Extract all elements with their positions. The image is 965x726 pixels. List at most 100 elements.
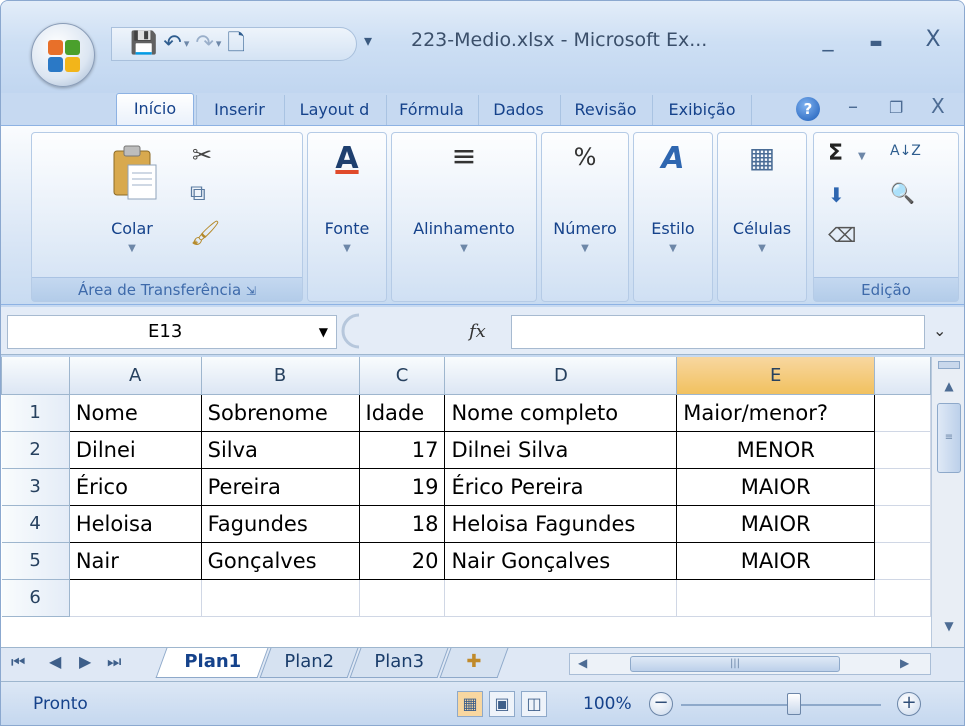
zoom-out-icon[interactable]: − xyxy=(649,692,673,716)
scroll-up-icon[interactable]: ▲ xyxy=(932,379,964,393)
cell[interactable] xyxy=(676,578,876,617)
cell[interactable]: Nome completo xyxy=(444,393,678,432)
copy-icon[interactable]: ⧉ xyxy=(190,181,206,206)
first-sheet-icon[interactable]: ⏮ xyxy=(11,652,25,672)
scroll-down-icon[interactable]: ▼ xyxy=(932,619,964,633)
sheet-tab-plan1[interactable]: Plan1 xyxy=(155,648,269,678)
cell[interactable] xyxy=(874,578,931,617)
row-header[interactable]: 1 xyxy=(1,393,70,432)
cell[interactable]: Nome xyxy=(68,393,202,432)
cell[interactable] xyxy=(358,578,446,617)
cell[interactable]: MAIOR xyxy=(676,541,876,580)
column-header-c[interactable]: C xyxy=(358,357,446,395)
undo-dropdown-icon[interactable]: ▾ xyxy=(184,31,190,57)
tab-inserir[interactable]: Inserir xyxy=(196,95,282,125)
row-header[interactable]: 5 xyxy=(1,541,70,580)
name-box-dropdown-icon[interactable]: ▼ xyxy=(319,316,328,348)
tab-inicio[interactable]: Início xyxy=(116,93,194,125)
cell[interactable]: MENOR xyxy=(676,430,876,469)
cell[interactable]: Nair Gonçalves xyxy=(444,541,678,580)
cell[interactable]: Nair xyxy=(68,541,202,580)
normal-view-icon[interactable]: ▦ xyxy=(457,691,483,717)
cell[interactable]: Heloisa xyxy=(68,504,202,543)
prev-sheet-icon[interactable]: ◀ xyxy=(49,652,61,671)
column-header-e[interactable]: E xyxy=(676,357,876,395)
next-sheet-icon[interactable]: ▶ xyxy=(79,652,91,671)
cell[interactable] xyxy=(874,393,931,432)
cell[interactable]: Silva xyxy=(200,430,360,469)
cell[interactable]: 19 xyxy=(358,467,446,506)
column-header-b[interactable]: B xyxy=(200,357,360,395)
insert-function-icon[interactable]: fx xyxy=(469,321,486,342)
cell[interactable]: 20 xyxy=(358,541,446,580)
cell[interactable] xyxy=(874,467,931,506)
horizontal-scrollbar[interactable]: ◀ ||| ▶ xyxy=(569,653,931,675)
tab-formula[interactable]: Fórmula xyxy=(386,95,476,125)
redo-icon[interactable]: ↷ ▾ xyxy=(195,31,221,57)
split-box[interactable] xyxy=(938,361,960,369)
vertical-scrollbar[interactable]: ▲ ≡ ▼ xyxy=(931,357,964,647)
tab-revisao[interactable]: Revisão xyxy=(560,95,650,125)
page-break-view-icon[interactable]: ◫ xyxy=(521,691,547,717)
save-icon[interactable]: 💾 xyxy=(130,31,157,57)
cell[interactable]: Pereira xyxy=(200,467,360,506)
column-header-f[interactable] xyxy=(874,357,931,395)
cell[interactable] xyxy=(874,504,931,543)
cell[interactable]: Gonçalves xyxy=(200,541,360,580)
name-box[interactable]: E13 ▼ xyxy=(7,315,337,349)
fill-icon[interactable]: ⬇ xyxy=(828,183,845,207)
sort-filter-icon[interactable]: A↓Z xyxy=(890,143,921,159)
zoom-level[interactable]: 100% xyxy=(583,694,632,714)
row-header[interactable]: 4 xyxy=(1,504,70,543)
sheet-tab-plan3[interactable]: Plan3 xyxy=(349,648,449,678)
paste-button[interactable]: Colar ▼ xyxy=(92,137,172,277)
minimize-button[interactable]: _ xyxy=(808,27,848,52)
expand-formula-bar-icon[interactable]: ⌄ xyxy=(933,321,946,340)
row-header[interactable]: 2 xyxy=(1,430,70,469)
doc-close-button[interactable]: X xyxy=(931,94,945,118)
cell[interactable]: Heloisa Fagundes xyxy=(444,504,678,543)
format-painter-icon[interactable]: 🖌 xyxy=(190,219,220,247)
doc-restore-button[interactable]: ❐ xyxy=(889,98,903,117)
column-header-d[interactable]: D xyxy=(444,357,678,395)
row-header[interactable]: 6 xyxy=(1,578,70,617)
cell[interactable]: Dilnei Silva xyxy=(444,430,678,469)
cells-group[interactable]: ▦ Células ▼ xyxy=(717,132,807,302)
tab-layout[interactable]: Layout d xyxy=(284,95,384,125)
formula-input[interactable] xyxy=(511,315,925,349)
cell[interactable] xyxy=(68,578,202,617)
maximize-button[interactable]: ▬ xyxy=(856,35,896,51)
cell[interactable] xyxy=(200,578,360,617)
alignment-group[interactable]: ≡ Alinhamento ▼ xyxy=(391,132,537,302)
close-button[interactable]: X xyxy=(913,27,953,52)
last-sheet-icon[interactable]: ⏭ xyxy=(107,652,121,672)
cell[interactable]: Sobrenome xyxy=(200,393,360,432)
cell[interactable]: Idade xyxy=(358,393,446,432)
hscroll-thumb[interactable]: ||| xyxy=(630,656,840,672)
row-header[interactable]: 3 xyxy=(1,467,70,506)
cell[interactable]: MAIOR xyxy=(676,504,876,543)
autosum-icon[interactable]: Σ xyxy=(828,141,843,166)
cell[interactable]: Fagundes xyxy=(200,504,360,543)
cell[interactable]: MAIOR xyxy=(676,467,876,506)
font-group[interactable]: A Fonte ▼ xyxy=(307,132,387,302)
redo-dropdown-icon[interactable]: ▾ xyxy=(216,31,222,57)
scroll-left-icon[interactable]: ◀ xyxy=(578,656,587,670)
style-group[interactable]: A Estilo ▼ xyxy=(633,132,713,302)
customize-qat-icon[interactable]: ▾ xyxy=(364,31,372,50)
zoom-slider[interactable] xyxy=(681,704,881,706)
scroll-thumb[interactable]: ≡ xyxy=(937,403,961,473)
sheet-tab-plan2[interactable]: Plan2 xyxy=(259,648,359,678)
cell[interactable]: 17 xyxy=(358,430,446,469)
cut-icon[interactable]: ✂ xyxy=(192,141,212,169)
zoom-slider-knob[interactable] xyxy=(787,693,801,715)
page-layout-view-icon[interactable]: ▣ xyxy=(489,691,515,717)
print-preview-icon[interactable]: 🗋 xyxy=(227,31,245,57)
doc-minimize-button[interactable]: – xyxy=(848,94,858,118)
cell[interactable]: Dilnei xyxy=(68,430,202,469)
column-header-a[interactable]: A xyxy=(68,357,202,395)
dialog-launcher-icon[interactable]: ⇲ xyxy=(246,284,256,298)
autosum-dropdown-icon[interactable]: ▼ xyxy=(858,151,866,162)
clear-icon[interactable]: ⌫ xyxy=(828,223,856,247)
number-group[interactable]: % Número ▼ xyxy=(541,132,629,302)
